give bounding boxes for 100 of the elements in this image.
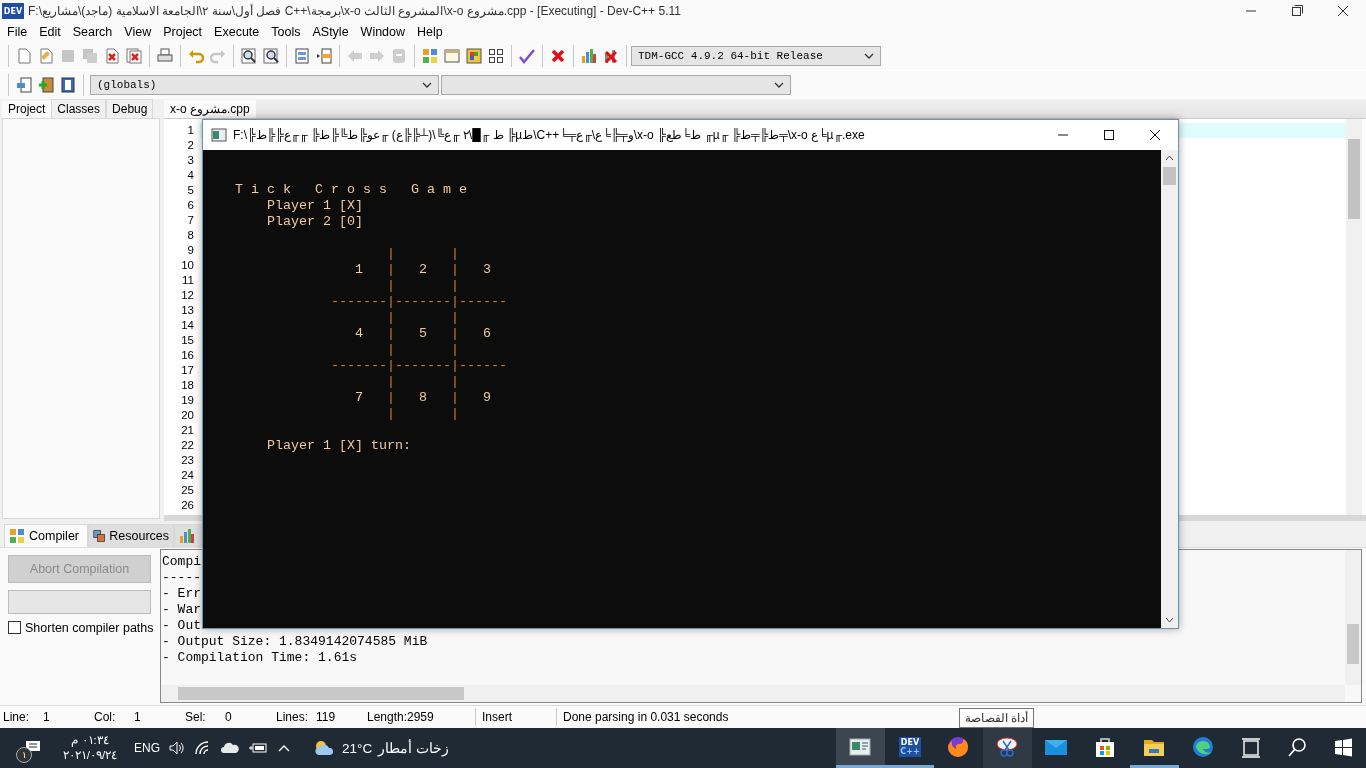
file-tab[interactable]: x-o مشروع.cpp: [164, 99, 256, 118]
menu-item[interactable]: AStyle: [306, 25, 355, 40]
taskbar-app[interactable]: [983, 728, 1032, 768]
line-number: 21: [180, 422, 194, 438]
status-label: Lines:: [276, 710, 310, 725]
menu-item[interactable]: File: [1, 25, 34, 40]
console-text: 6: [482, 326, 491, 341]
status-message: Done parsing in 0.031 seconds: [556, 708, 729, 727]
line-number: 1: [186, 122, 194, 138]
menu-item[interactable]: Execute: [208, 25, 266, 40]
scrollbar-thumb[interactable]: [1163, 167, 1176, 185]
status-label: Line:: [3, 710, 31, 725]
windows-stack-icon: [93, 527, 106, 544]
board-grid-line: | |: [386, 278, 459, 293]
line-number: 23: [180, 452, 194, 468]
caret-icon: [864, 53, 874, 60]
dev-logo: DEV C++: [896, 734, 923, 759]
taskbar-app[interactable]: [836, 728, 885, 768]
status-value: 2959: [407, 710, 434, 725]
line-number: 25: [180, 482, 194, 498]
console-text: Player 1 [X] turn:: [267, 438, 411, 453]
window-title: F:\فصل أول\سنة ٢\الجامعة الاسلامية (ماجد)\مشاريع C++\برمجة\x-o المشروع الثالث\x-o مشروع.cpp - [Executing] - Dev-C++ 5.11: [28, 4, 682, 18]
status-value: 1: [43, 710, 50, 725]
console-text: Player 1 [X]: [267, 198, 363, 213]
line-number: 6: [186, 197, 194, 213]
board-grid-line: |: [386, 262, 395, 277]
line-number: 7: [186, 212, 194, 228]
status-value: 119: [316, 710, 336, 725]
board-grid-line: | |: [386, 246, 459, 261]
battery-icon[interactable]: [248, 740, 268, 756]
line-number: 3: [186, 152, 194, 168]
console-text: 8: [418, 390, 427, 405]
console-text: 1: [354, 262, 363, 277]
log-line: - War: [162, 601, 201, 618]
menu-item[interactable]: View: [118, 25, 158, 40]
scroll-down-icon: [1165, 617, 1174, 623]
console-text: 3: [482, 262, 491, 277]
menu-item[interactable]: Tools: [265, 25, 307, 40]
status-label: Length:: [367, 710, 407, 725]
log-line: - Out: [162, 617, 201, 634]
panel-tab[interactable]: Resources: [88, 523, 174, 547]
app-logo: DEV: [2, 3, 24, 19]
scissors-icon: [994, 734, 1021, 759]
scrollbar-thumb[interactable]: [1348, 138, 1360, 219]
scrollbar-thumb[interactable]: [1347, 623, 1359, 664]
board-grid-line: |: [386, 390, 395, 405]
scrollbar[interactable]: [161, 685, 1345, 703]
console-text: Player 2 [0]: [267, 214, 363, 229]
status-label: Sel:: [185, 710, 207, 725]
line-number: 9: [186, 242, 194, 258]
clock[interactable]: ٠١:٣٤ م ٢٠٢١/٠٩/٢٤: [54, 733, 126, 763]
scrollbar-thumb[interactable]: [178, 687, 464, 701]
line-number: 13: [180, 302, 194, 318]
notification-count: ١: [16, 747, 32, 763]
line-number: 4: [186, 167, 194, 183]
scrollbar[interactable]: [1345, 549, 1361, 686]
board-grid-line: | |: [386, 342, 459, 357]
panel-tab[interactable]: Compiler: [4, 523, 88, 547]
menu-item[interactable]: Help: [411, 25, 449, 40]
line-number: 17: [180, 362, 194, 378]
cloud-icon[interactable]: [220, 740, 240, 756]
menu-item[interactable]: Edit: [33, 25, 67, 40]
volume-icon[interactable]: [168, 740, 186, 756]
scrollbar[interactable]: [1346, 118, 1362, 515]
taskbar-app[interactable]: DEV C++: [885, 728, 934, 768]
log-line: -----: [162, 569, 201, 586]
tooltip: أداة القصاصة: [959, 708, 1035, 728]
line-number: 11: [181, 272, 194, 288]
caret-icon: [422, 81, 432, 88]
log-line: - Output Size: 1.8349142074585 MiB: [162, 633, 428, 650]
panel-tab[interactable]: Project: [2, 100, 52, 118]
menu-item[interactable]: Window: [354, 25, 412, 40]
panel-tab[interactable]: [174, 523, 202, 547]
board-grid-line: | |: [386, 374, 459, 389]
line-number: 19: [180, 392, 194, 408]
menu-item[interactable]: Project: [157, 25, 209, 40]
line-number: 20: [180, 407, 194, 423]
console-text: 5: [418, 326, 427, 341]
console-text: 2: [418, 262, 427, 277]
line-number: 5: [186, 182, 194, 198]
board-grid-line: -------|-------|------: [331, 358, 507, 373]
scope-dropdown[interactable]: (globals): [90, 74, 439, 95]
line-number: 24: [180, 467, 194, 483]
checkbox[interactable]: [8, 621, 21, 635]
console-text: T i c k C r o s s G a m e: [235, 182, 467, 197]
language-indicator[interactable]: ENG: [134, 741, 160, 755]
console-title: F:\╠ط ╓█\٢ ╓ع╚\(┴╠╠ع) ╓عو╠ط╚╠ط╠ ╓╓ع╠╠ط ╠µط\C++╘╤و╤╠╘ع\╓ع\x-o ╠ط╘طع ╓µ╓ ╠ط╠╤ط╤\x-o ع╘µ╓.exe: [233, 128, 866, 142]
checkbox-label: Shorten compiler paths: [25, 620, 154, 635]
status-label: Col:: [94, 710, 117, 725]
line-number: 26: [180, 497, 194, 513]
board-grid-line: -------|-------|------: [331, 294, 507, 309]
log-line: Compi: [162, 553, 201, 570]
line-number: 8: [186, 227, 194, 243]
scrollbar[interactable]: [1161, 150, 1178, 628]
line-number: 10: [180, 257, 194, 273]
line-number: 16: [180, 347, 194, 363]
board-grid-line: |: [450, 326, 459, 341]
compiler-dropdown[interactable]: TDM-GCC 4.9.2 64-bit Release: [631, 46, 881, 67]
status-value: 0: [225, 710, 232, 725]
menu-item[interactable]: Search: [66, 25, 119, 40]
